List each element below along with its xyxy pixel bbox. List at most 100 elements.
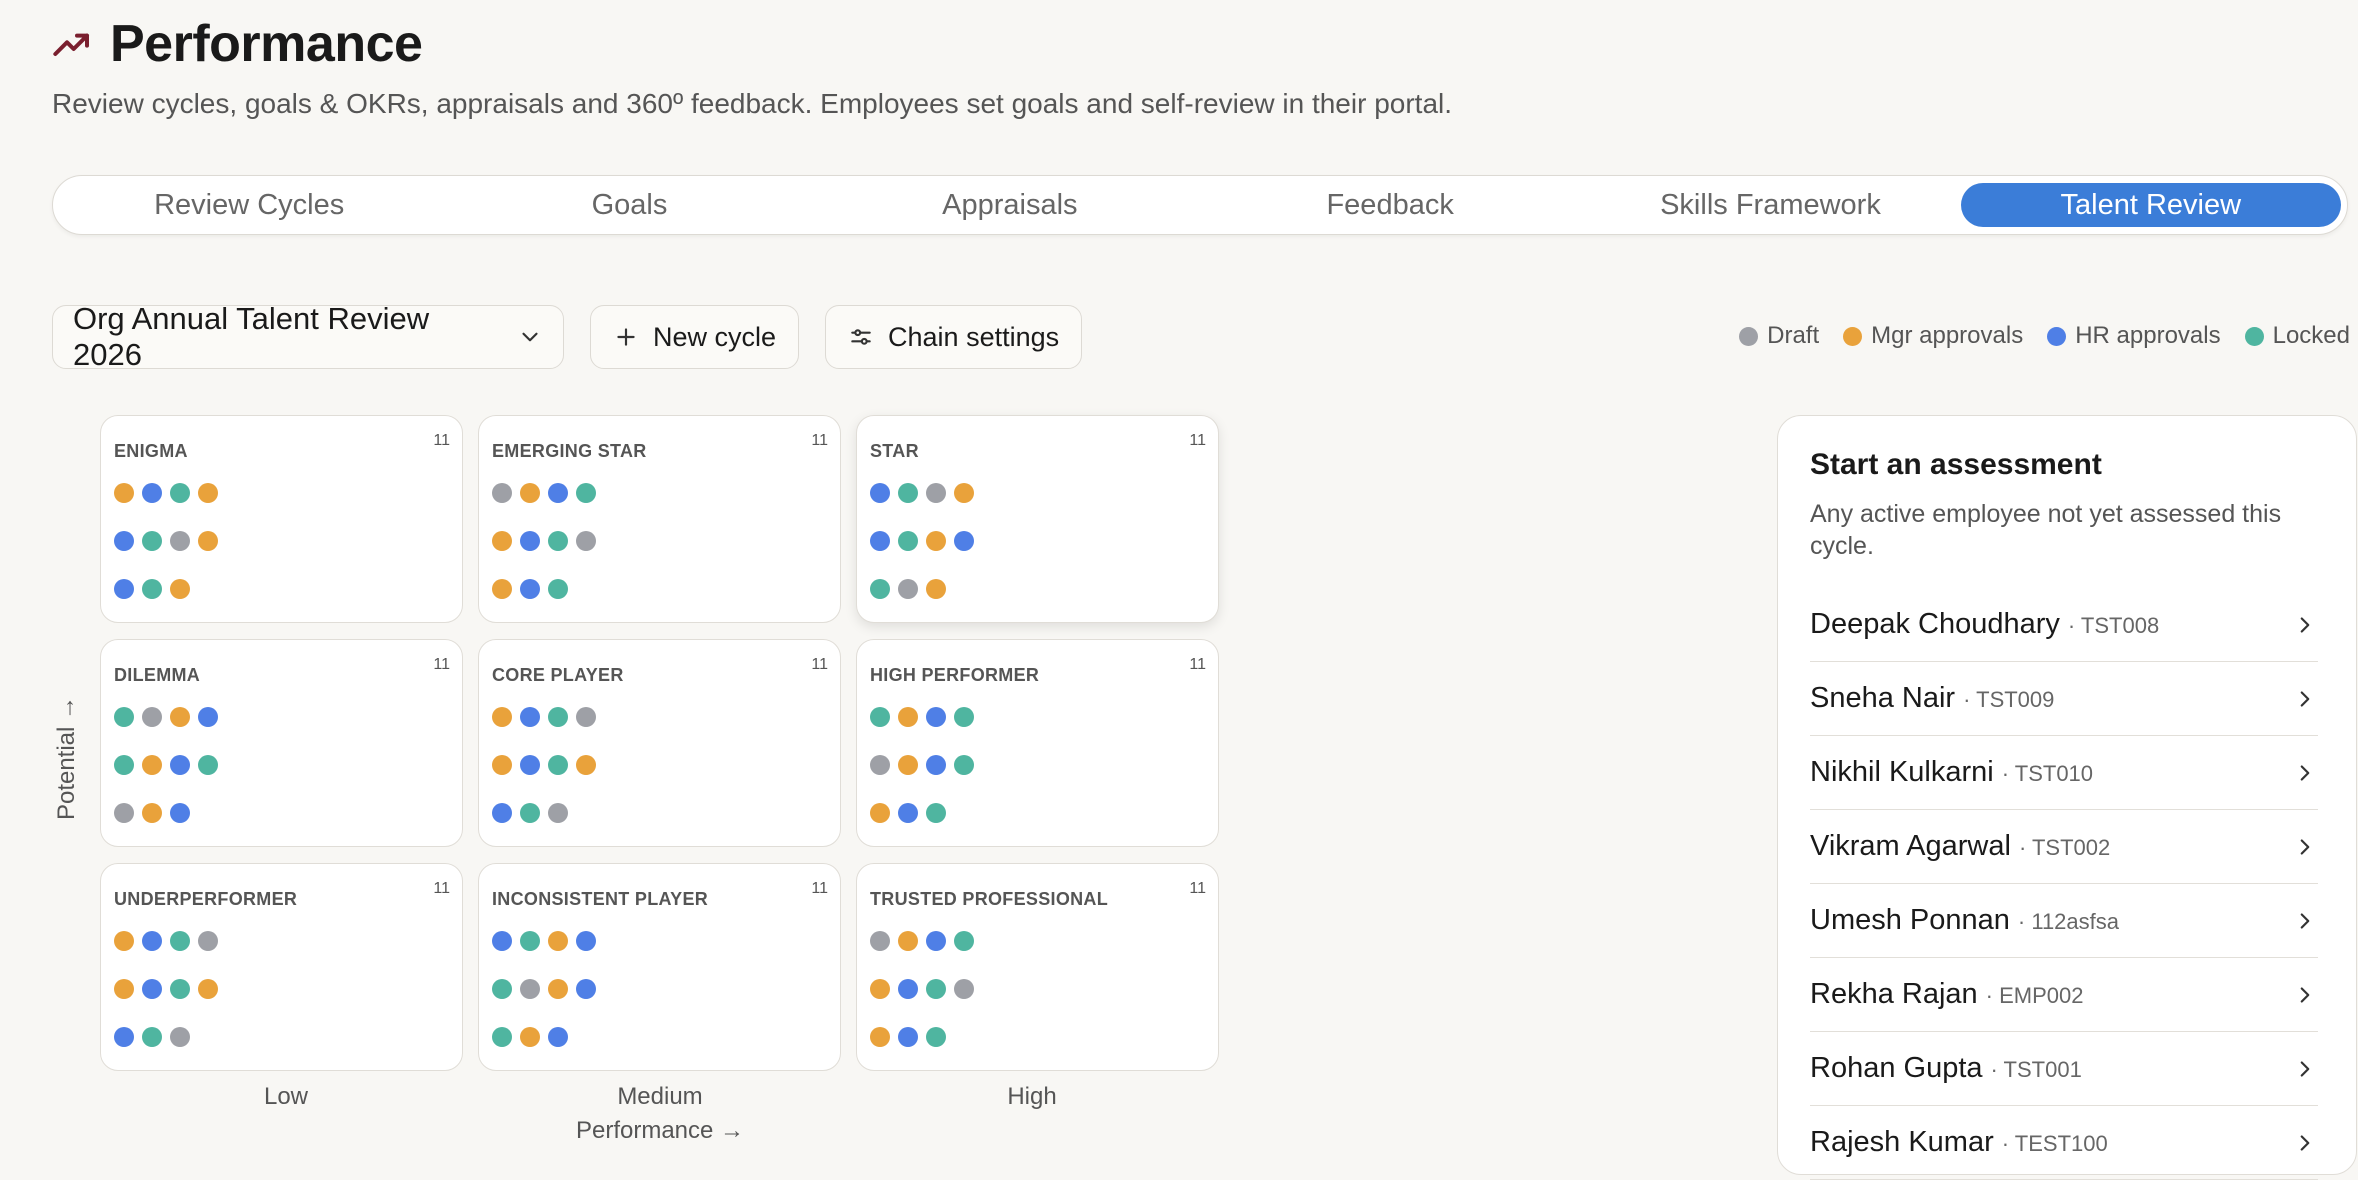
grid-cell-underperformer[interactable]: UNDERPERFORMER 11 — [100, 863, 463, 1071]
employee-dot-hr[interactable] — [954, 531, 974, 551]
employee-dot-mgr[interactable] — [198, 531, 218, 551]
employee-row[interactable]: Deepak Choudhary · TST008 — [1810, 588, 2318, 662]
employee-dot-hr[interactable] — [926, 931, 946, 951]
grid-cell-dilemma[interactable]: DILEMMA 11 — [100, 639, 463, 847]
employee-dot-hr[interactable] — [114, 579, 134, 599]
employee-dot-hr[interactable] — [142, 931, 162, 951]
employee-dot-mgr[interactable] — [954, 483, 974, 503]
employee-dot-mgr[interactable] — [926, 531, 946, 551]
employee-dot-hr[interactable] — [198, 707, 218, 727]
grid-cell-star[interactable]: STAR 11 — [856, 415, 1219, 623]
employee-dot-draft[interactable] — [926, 483, 946, 503]
employee-dot-hr[interactable] — [114, 531, 134, 551]
tab-talent-review[interactable]: Talent Review — [1960, 183, 2341, 227]
employee-dot-draft[interactable] — [548, 803, 568, 823]
employee-dot-draft[interactable] — [870, 755, 890, 775]
employee-dot-locked[interactable] — [520, 931, 540, 951]
employee-dot-draft[interactable] — [492, 483, 512, 503]
employee-dot-mgr[interactable] — [548, 931, 568, 951]
employee-row[interactable]: Vikram Agarwal · TST002 — [1810, 810, 2318, 884]
employee-dot-hr[interactable] — [576, 979, 596, 999]
employee-dot-mgr[interactable] — [548, 979, 568, 999]
employee-dot-hr[interactable] — [520, 579, 540, 599]
employee-dot-mgr[interactable] — [170, 707, 190, 727]
employee-dot-hr[interactable] — [926, 755, 946, 775]
employee-dot-hr[interactable] — [170, 803, 190, 823]
grid-cell-trusted-professional[interactable]: TRUSTED PROFESSIONAL 11 — [856, 863, 1219, 1071]
employee-dot-mgr[interactable] — [898, 755, 918, 775]
employee-dot-locked[interactable] — [142, 531, 162, 551]
employee-row[interactable]: Rajesh Kumar · TEST100 — [1810, 1106, 2318, 1180]
employee-dot-hr[interactable] — [870, 483, 890, 503]
employee-dot-locked[interactable] — [170, 979, 190, 999]
employee-dot-mgr[interactable] — [576, 755, 596, 775]
employee-dot-hr[interactable] — [114, 1027, 134, 1047]
employee-dot-locked[interactable] — [548, 531, 568, 551]
employee-dot-locked[interactable] — [926, 979, 946, 999]
employee-dot-locked[interactable] — [898, 483, 918, 503]
employee-dot-hr[interactable] — [520, 531, 540, 551]
employee-dot-draft[interactable] — [870, 931, 890, 951]
employee-dot-locked[interactable] — [142, 579, 162, 599]
employee-dot-locked[interactable] — [926, 1027, 946, 1047]
employee-dot-locked[interactable] — [492, 1027, 512, 1047]
employee-dot-locked[interactable] — [548, 707, 568, 727]
tab-appraisals[interactable]: Appraisals — [820, 183, 1200, 227]
chain-settings-button[interactable]: Chain settings — [825, 305, 1083, 369]
employee-dot-locked[interactable] — [492, 979, 512, 999]
employee-dot-hr[interactable] — [142, 979, 162, 999]
employee-dot-hr[interactable] — [898, 1027, 918, 1047]
employee-dot-draft[interactable] — [954, 979, 974, 999]
employee-dot-mgr[interactable] — [492, 531, 512, 551]
employee-dot-mgr[interactable] — [520, 1027, 540, 1047]
employee-dot-mgr[interactable] — [492, 579, 512, 599]
employee-dot-locked[interactable] — [870, 707, 890, 727]
employee-dot-draft[interactable] — [142, 707, 162, 727]
employee-dot-mgr[interactable] — [198, 483, 218, 503]
employee-dot-hr[interactable] — [898, 803, 918, 823]
employee-dot-hr[interactable] — [548, 483, 568, 503]
employee-dot-draft[interactable] — [576, 531, 596, 551]
employee-dot-mgr[interactable] — [898, 707, 918, 727]
employee-dot-mgr[interactable] — [114, 931, 134, 951]
employee-dot-mgr[interactable] — [142, 803, 162, 823]
employee-dot-mgr[interactable] — [870, 1027, 890, 1047]
employee-dot-hr[interactable] — [520, 755, 540, 775]
employee-dot-locked[interactable] — [520, 803, 540, 823]
employee-dot-mgr[interactable] — [870, 803, 890, 823]
employee-dot-mgr[interactable] — [142, 755, 162, 775]
grid-cell-inconsistent-player[interactable]: INCONSISTENT PLAYER 11 — [478, 863, 841, 1071]
employee-dot-mgr[interactable] — [520, 483, 540, 503]
employee-dot-locked[interactable] — [954, 707, 974, 727]
employee-dot-mgr[interactable] — [898, 931, 918, 951]
employee-dot-mgr[interactable] — [492, 755, 512, 775]
employee-dot-mgr[interactable] — [492, 707, 512, 727]
tab-skills-framework[interactable]: Skills Framework — [1580, 183, 1960, 227]
employee-row[interactable]: Rekha Rajan · EMP002 — [1810, 958, 2318, 1032]
employee-dot-hr[interactable] — [492, 931, 512, 951]
employee-dot-locked[interactable] — [170, 483, 190, 503]
employee-dot-draft[interactable] — [170, 531, 190, 551]
employee-row[interactable]: Sneha Nair · TST009 — [1810, 662, 2318, 736]
employee-dot-draft[interactable] — [170, 1027, 190, 1047]
employee-dot-mgr[interactable] — [198, 979, 218, 999]
employee-row[interactable]: Nikhil Kulkarni · TST010 — [1810, 736, 2318, 810]
employee-dot-hr[interactable] — [548, 1027, 568, 1047]
employee-row[interactable]: Rohan Gupta · TST001 — [1810, 1032, 2318, 1106]
tab-goals[interactable]: Goals — [439, 183, 819, 227]
employee-dot-locked[interactable] — [870, 579, 890, 599]
employee-dot-mgr[interactable] — [870, 979, 890, 999]
employee-dot-draft[interactable] — [198, 931, 218, 951]
employee-dot-locked[interactable] — [198, 755, 218, 775]
grid-cell-emerging-star[interactable]: EMERGING STAR 11 — [478, 415, 841, 623]
employee-dot-locked[interactable] — [954, 931, 974, 951]
employee-dot-draft[interactable] — [114, 803, 134, 823]
employee-dot-locked[interactable] — [898, 531, 918, 551]
cycle-select[interactable]: Org Annual Talent Review 2026 — [52, 301, 564, 372]
employee-dot-hr[interactable] — [926, 707, 946, 727]
employee-dot-hr[interactable] — [170, 755, 190, 775]
employee-dot-mgr[interactable] — [114, 483, 134, 503]
employee-dot-locked[interactable] — [954, 755, 974, 775]
employee-dot-draft[interactable] — [576, 707, 596, 727]
grid-cell-high-performer[interactable]: HIGH PERFORMER 11 — [856, 639, 1219, 847]
